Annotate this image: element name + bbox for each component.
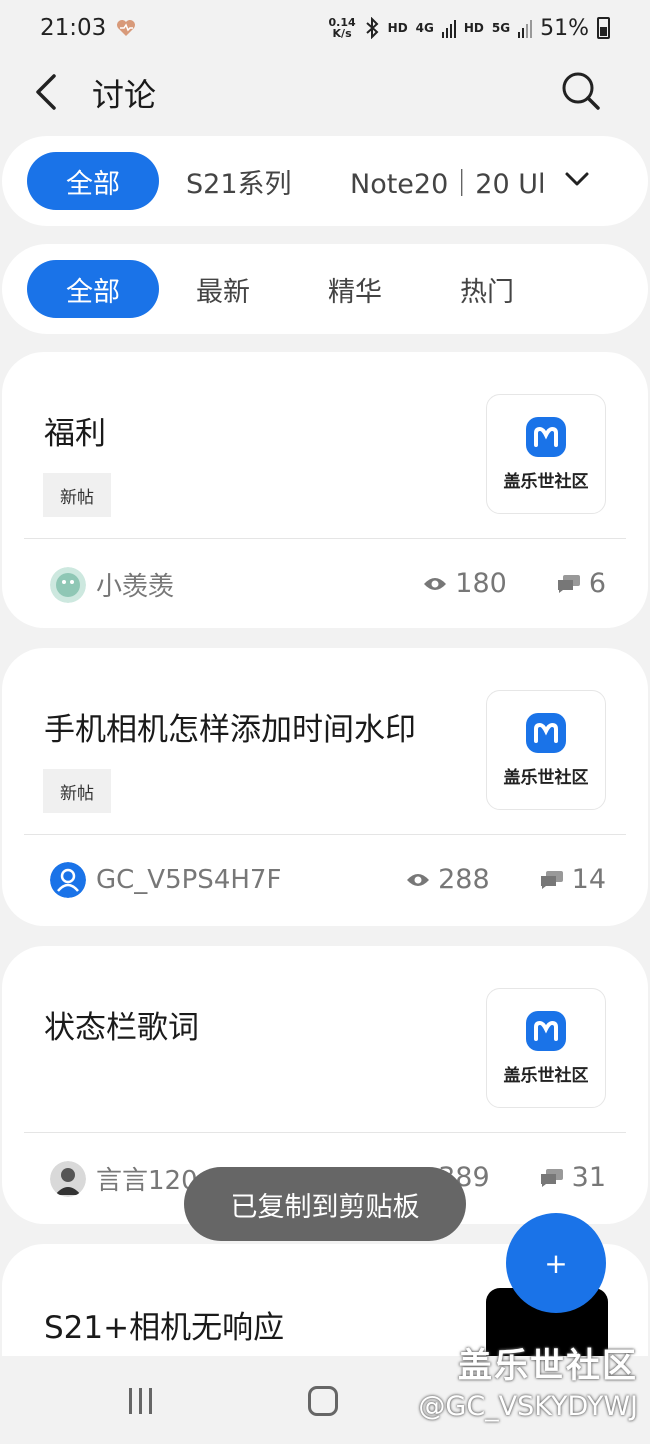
view-count: 180 xyxy=(455,568,507,599)
thumbnail-label: 盖乐世社区 xyxy=(503,1065,589,1086)
post-title: 手机相机怎样添加时间水印 xyxy=(44,712,416,748)
tab-series-s21[interactable]: S21系列 xyxy=(186,152,292,210)
post-title: 福利 xyxy=(44,416,106,452)
author-row[interactable]: GC_V5PS4H7F xyxy=(50,862,281,898)
avatar xyxy=(50,566,86,603)
thumbnail-label: 盖乐世社区 xyxy=(503,767,589,788)
post-stats: 180 6 xyxy=(423,568,606,599)
hd-label-2: HD xyxy=(463,21,484,35)
post-stats: 288 14 xyxy=(406,864,606,895)
post-thumbnail: 盖乐世社区 xyxy=(486,394,606,514)
thumbnail-label: 盖乐世社区 xyxy=(503,471,589,492)
header: 讨论 xyxy=(0,56,650,128)
watermark-user: @GC_VSKYDYWJ xyxy=(418,1391,638,1422)
recent-apps-icon[interactable] xyxy=(126,1388,156,1414)
watermark: 盖乐世社区 @GC_VSKYDYWJ xyxy=(418,1338,638,1422)
divider xyxy=(24,834,626,835)
new-post-tag: 新帖 xyxy=(43,473,111,517)
new-post-tag: 新帖 xyxy=(43,769,111,813)
comment-count: 6 xyxy=(588,568,606,599)
divider xyxy=(24,538,626,539)
avatar xyxy=(50,1160,86,1197)
hd-label-1: HD xyxy=(387,21,408,35)
home-icon[interactable] xyxy=(308,1386,338,1416)
author-row[interactable]: 小羡羡 xyxy=(50,566,174,603)
post-title: 状态栏歌词 xyxy=(44,1010,199,1046)
tab-series-note20[interactable]: Note20｜20 Ul xyxy=(350,152,545,210)
signal-bars-icon xyxy=(441,20,456,38)
series-tab-bar: 全部 S21系列 Note20｜20 Ul xyxy=(2,136,648,226)
community-logo-icon xyxy=(526,712,566,753)
post-thumbnail: 盖乐世社区 xyxy=(486,988,606,1108)
divider xyxy=(24,1132,626,1133)
net-speed: 0.14 K/s xyxy=(328,16,356,40)
signal-bars-icon-2 xyxy=(518,20,533,38)
page-title: 讨论 xyxy=(92,76,157,114)
post-title: S21+相机无响应 xyxy=(44,1310,285,1346)
toast-message: 已复制到剪贴板 xyxy=(184,1167,466,1241)
post-card[interactable]: 福利 新帖 盖乐世社区 小羡羡 180 6 xyxy=(2,352,648,628)
search-icon[interactable] xyxy=(560,70,602,112)
tab-filter-latest[interactable]: 最新 xyxy=(196,260,250,318)
post-thumbnail: 盖乐世社区 xyxy=(486,690,606,810)
comment-count: 14 xyxy=(571,864,606,895)
tab-filter-featured[interactable]: 精华 xyxy=(328,260,382,318)
default-user-avatar-icon xyxy=(50,862,86,898)
community-logo-icon xyxy=(526,416,566,457)
signal-4g: 4G xyxy=(415,21,434,35)
battery-percent: 51% xyxy=(540,15,589,41)
eye-icon xyxy=(407,873,430,886)
eye-icon xyxy=(424,577,447,590)
author-name: 小羡羡 xyxy=(96,572,175,602)
status-time: 21:03 xyxy=(40,15,107,41)
bluetooth-icon xyxy=(365,17,379,39)
post-card[interactable]: 手机相机怎样添加时间水印 新帖 盖乐世社区 GC_V5PS4H7F 288 14 xyxy=(2,648,648,926)
tab-filter-hot[interactable]: 热门 xyxy=(460,260,514,318)
battery-icon xyxy=(597,17,610,39)
comment-icon xyxy=(557,574,580,593)
new-post-button[interactable]: + xyxy=(506,1213,606,1313)
comment-icon xyxy=(540,1168,563,1187)
chevron-down-icon[interactable] xyxy=(564,166,590,192)
signal-5g: 5G xyxy=(491,21,511,35)
filter-tab-bar: 全部 最新 精华 热门 xyxy=(2,244,648,334)
health-heart-icon xyxy=(117,20,136,36)
author-name: GC_V5PS4H7F xyxy=(96,865,282,895)
watermark-title: 盖乐世社区 xyxy=(458,1346,638,1386)
view-count: 288 xyxy=(438,864,490,895)
back-arrow-icon[interactable] xyxy=(30,72,64,112)
tab-series-all[interactable]: 全部 xyxy=(27,152,159,210)
comment-count: 31 xyxy=(571,1162,606,1193)
author-name: 言言120 xyxy=(96,1166,198,1196)
author-row[interactable]: 言言120 xyxy=(50,1160,198,1197)
community-logo-icon xyxy=(526,1010,566,1051)
tab-filter-all[interactable]: 全部 xyxy=(27,260,159,318)
comment-icon xyxy=(540,870,563,889)
status-bar: 21:03 0.14 K/s HD 4G HD 5G 51% xyxy=(0,0,650,56)
